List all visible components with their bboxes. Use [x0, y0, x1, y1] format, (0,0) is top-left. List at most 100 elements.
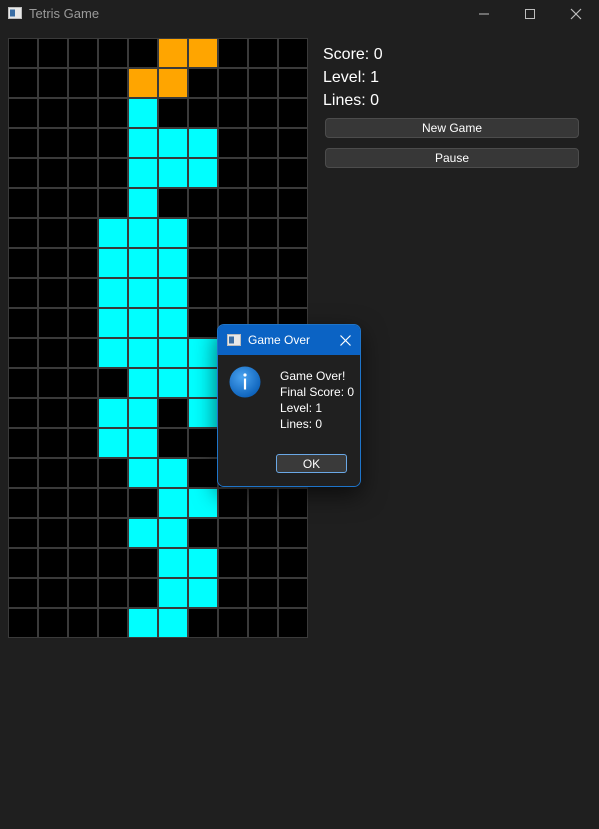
- board-cell-cyan: [128, 338, 158, 368]
- ok-button[interactable]: OK: [276, 454, 347, 473]
- board-cell-orange: [128, 68, 158, 98]
- board-cell-cyan: [128, 398, 158, 428]
- board-cell-empty: [8, 308, 38, 338]
- board-cell-empty: [278, 278, 308, 308]
- board-cell-cyan: [128, 518, 158, 548]
- board-cell-cyan: [128, 368, 158, 398]
- board-cell-empty: [8, 218, 38, 248]
- board-cell-cyan: [98, 218, 128, 248]
- board-cell-empty: [98, 458, 128, 488]
- board-cell-cyan: [128, 98, 158, 128]
- board-cell-cyan: [98, 308, 128, 338]
- board-cell-cyan: [128, 158, 158, 188]
- board-cell-empty: [68, 458, 98, 488]
- board-cell-cyan: [188, 398, 218, 428]
- board-cell-empty: [128, 38, 158, 68]
- board-cell-empty: [38, 428, 68, 458]
- board-cell-empty: [278, 38, 308, 68]
- board-cell-empty: [128, 548, 158, 578]
- board-cell-empty: [38, 68, 68, 98]
- board-cell-empty: [68, 38, 98, 68]
- close-button[interactable]: [553, 0, 599, 28]
- board-cell-empty: [278, 608, 308, 638]
- board-cell-empty: [38, 158, 68, 188]
- board-cell-empty: [188, 278, 218, 308]
- board-cell-empty: [248, 188, 278, 218]
- board-cell-empty: [8, 158, 38, 188]
- board-cell-empty: [248, 38, 278, 68]
- board-cell-empty: [278, 248, 308, 278]
- board-cell-empty: [38, 398, 68, 428]
- board-cell-cyan: [128, 218, 158, 248]
- board-cell-empty: [248, 608, 278, 638]
- board-cell-empty: [248, 218, 278, 248]
- board-cell-empty: [218, 608, 248, 638]
- board-cell-empty: [158, 428, 188, 458]
- board-cell-empty: [248, 578, 278, 608]
- board-cell-cyan: [98, 278, 128, 308]
- board-cell-cyan: [158, 488, 188, 518]
- board-cell-empty: [68, 578, 98, 608]
- board-cell-empty: [98, 188, 128, 218]
- board-cell-empty: [38, 278, 68, 308]
- maximize-button[interactable]: [507, 0, 553, 28]
- board-cell-empty: [68, 278, 98, 308]
- board-cell-cyan: [158, 278, 188, 308]
- board-cell-cyan: [128, 128, 158, 158]
- board-cell-empty: [128, 578, 158, 608]
- board-cell-empty: [218, 488, 248, 518]
- board-cell-cyan: [158, 518, 188, 548]
- board-cell-empty: [38, 248, 68, 278]
- new-game-button[interactable]: New Game: [325, 118, 579, 138]
- board-cell-cyan: [158, 548, 188, 578]
- board-cell-cyan: [158, 458, 188, 488]
- board-cell-empty: [278, 188, 308, 218]
- board-cell-empty: [98, 98, 128, 128]
- board-cell-empty: [8, 338, 38, 368]
- board-cell-empty: [98, 128, 128, 158]
- board-cell-empty: [38, 548, 68, 578]
- board-cell-empty: [8, 608, 38, 638]
- board-cell-orange: [158, 38, 188, 68]
- board-cell-cyan: [98, 248, 128, 278]
- board-cell-empty: [218, 278, 248, 308]
- board-cell-empty: [248, 98, 278, 128]
- dialog-message-line: Final Score: 0: [280, 385, 355, 399]
- board-cell-empty: [8, 548, 38, 578]
- minimize-button[interactable]: [461, 0, 507, 28]
- board-cell-empty: [188, 428, 218, 458]
- board-cell-empty: [248, 68, 278, 98]
- board-cell-empty: [68, 368, 98, 398]
- board-cell-empty: [68, 488, 98, 518]
- board-cell-empty: [8, 458, 38, 488]
- board-cell-empty: [8, 128, 38, 158]
- board-cell-cyan: [98, 428, 128, 458]
- board-cell-empty: [218, 158, 248, 188]
- board-cell-empty: [8, 188, 38, 218]
- board-cell-empty: [218, 98, 248, 128]
- board-cell-empty: [98, 68, 128, 98]
- board-cell-empty: [38, 98, 68, 128]
- board-cell-empty: [68, 428, 98, 458]
- close-icon: [570, 8, 582, 20]
- board-cell-cyan: [128, 428, 158, 458]
- board-cell-empty: [38, 218, 68, 248]
- board-cell-cyan: [188, 548, 218, 578]
- pause-button[interactable]: Pause: [325, 148, 579, 168]
- board-cell-empty: [8, 38, 38, 68]
- board-cell-empty: [158, 98, 188, 128]
- board-cell-empty: [248, 158, 278, 188]
- board-cell-empty: [68, 608, 98, 638]
- board-cell-empty: [68, 188, 98, 218]
- board-cell-empty: [188, 218, 218, 248]
- board-cell-empty: [218, 188, 248, 218]
- board-cell-empty: [98, 158, 128, 188]
- board-cell-empty: [68, 128, 98, 158]
- board-cell-empty: [278, 158, 308, 188]
- board-cell-empty: [278, 128, 308, 158]
- dialog-close-button[interactable]: [334, 329, 356, 351]
- board-cell-empty: [8, 578, 38, 608]
- board-cell-empty: [68, 548, 98, 578]
- board-cell-empty: [8, 68, 38, 98]
- board-cell-empty: [218, 518, 248, 548]
